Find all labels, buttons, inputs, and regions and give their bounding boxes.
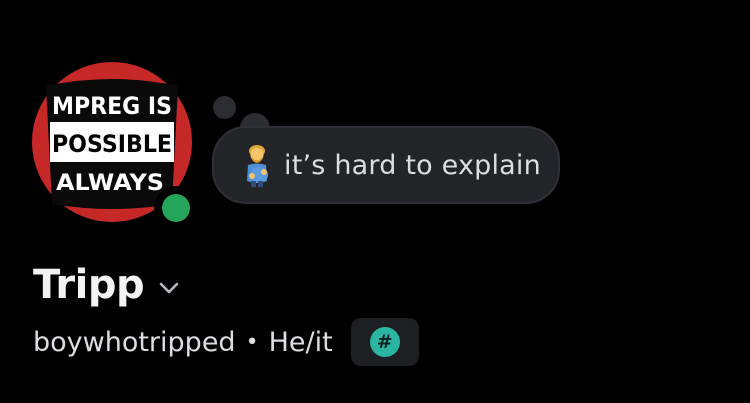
avatar-line-2: POSSIBLE bbox=[52, 130, 172, 158]
pregnant-man-emoji-icon bbox=[247, 145, 268, 187]
online-status-dot bbox=[162, 194, 190, 222]
avatar-line-3: ALWAYS bbox=[56, 171, 164, 196]
status-indicator bbox=[154, 186, 198, 230]
thought-bubble-dot-small bbox=[213, 96, 236, 119]
display-name: Tripp bbox=[33, 262, 145, 308]
hashtag-badge[interactable]: # bbox=[350, 318, 419, 366]
custom-status-bubble[interactable]: it’s hard to explain bbox=[212, 126, 560, 204]
separator-dot: • bbox=[245, 329, 259, 355]
avatar-line-1: MPREG IS bbox=[52, 92, 172, 120]
hashtag-glyph: # bbox=[376, 331, 393, 353]
pronouns: He/it bbox=[268, 326, 333, 358]
hashtag-icon: # bbox=[369, 327, 400, 357]
username-row: boywhotripped • He/it # bbox=[33, 318, 419, 366]
display-name-row[interactable]: Tripp bbox=[33, 262, 180, 308]
custom-status-text: it’s hard to explain bbox=[284, 149, 541, 181]
profile-header: MPREG IS POSSIBLE ALWAYS it’s hard to ex… bbox=[0, 0, 750, 403]
username: boywhotripped bbox=[33, 326, 236, 358]
chevron-down-icon[interactable] bbox=[158, 281, 180, 295]
